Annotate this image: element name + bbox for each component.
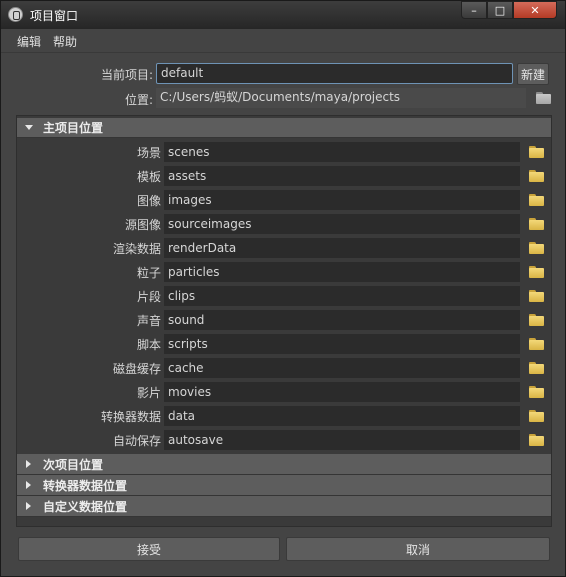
- location-row-label: 自动保存: [112, 434, 161, 448]
- location-row: 片段 clips: [17, 285, 551, 307]
- location-row: 源图像 sourceimages: [17, 213, 551, 235]
- title-bar[interactable]: 项目窗口 – □ ✕: [1, 1, 565, 29]
- menu-edit[interactable]: 编辑: [17, 33, 41, 50]
- folder-icon[interactable]: [529, 170, 544, 182]
- folder-icon[interactable]: [529, 290, 544, 302]
- location-row-input[interactable]: clips: [164, 286, 520, 306]
- maximize-button[interactable]: □: [487, 1, 513, 19]
- location-row: 磁盘缓存 cache: [17, 357, 551, 379]
- folder-icon[interactable]: [529, 194, 544, 206]
- menu-bar: 编辑 帮助: [1, 30, 565, 53]
- maya-app-icon: [8, 7, 23, 22]
- location-row-input[interactable]: scenes: [164, 142, 520, 162]
- location-row: 粒子 particles: [17, 261, 551, 283]
- section-custom-label: 自定义数据位置: [43, 499, 128, 514]
- location-row-label: 脚本: [136, 338, 161, 352]
- location-row-input[interactable]: renderData: [164, 238, 520, 258]
- accept-button[interactable]: 接受: [18, 537, 280, 561]
- location-row-input[interactable]: sourceimages: [164, 214, 520, 234]
- collapse-triangle-icon: [26, 481, 31, 489]
- folder-icon[interactable]: [529, 410, 544, 422]
- location-row-label: 磁盘缓存: [112, 362, 161, 376]
- folder-icon[interactable]: [529, 146, 544, 158]
- folder-icon[interactable]: [529, 338, 544, 350]
- location-row-input[interactable]: images: [164, 190, 520, 210]
- location-row: 自动保存 autosave: [17, 429, 551, 451]
- collapse-triangle-icon: [26, 502, 31, 510]
- location-row: 影片 movies: [17, 381, 551, 403]
- section-custom-locations[interactable]: 自定义数据位置: [17, 496, 551, 517]
- location-row-input[interactable]: particles: [164, 262, 520, 282]
- folder-icon[interactable]: [529, 218, 544, 230]
- folder-icon[interactable]: [529, 386, 544, 398]
- new-project-button[interactable]: 新建: [517, 63, 549, 85]
- location-row: 转换器数据 data: [17, 405, 551, 427]
- location-row: 声音 sound: [17, 309, 551, 331]
- section-secondary-locations[interactable]: 次项目位置: [17, 454, 551, 475]
- project-locations-panel: 主项目位置 场景 scenes 模板 assets 图像 images 源图像 sourcei…: [16, 115, 552, 527]
- location-row-label: 图像: [136, 194, 161, 208]
- location-row: 图像 images: [17, 189, 551, 211]
- folder-icon[interactable]: [529, 242, 544, 254]
- section-primary-locations[interactable]: 主项目位置: [17, 118, 551, 138]
- location-folder-icon[interactable]: [536, 92, 551, 104]
- location-row-input[interactable]: autosave: [164, 430, 520, 450]
- folder-icon[interactable]: [529, 266, 544, 278]
- location-row: 脚本 scripts: [17, 333, 551, 355]
- section-translator-locations[interactable]: 转换器数据位置: [17, 475, 551, 496]
- location-row-label: 影片: [136, 386, 161, 400]
- close-button[interactable]: ✕: [513, 1, 557, 19]
- current-project-input[interactable]: default: [156, 63, 513, 84]
- location-row-label: 渲染数据: [112, 242, 161, 256]
- location-row: 场景 scenes: [17, 141, 551, 163]
- location-row-label: 声音: [136, 314, 161, 328]
- folder-icon[interactable]: [529, 434, 544, 446]
- location-row-input[interactable]: sound: [164, 310, 520, 330]
- location-row-input[interactable]: movies: [164, 382, 520, 402]
- project-window: 项目窗口 – □ ✕ 编辑 帮助 当前项目: default 新建 位置: C:…: [0, 0, 566, 577]
- location-label: 位置:: [124, 93, 153, 107]
- location-row: 模板 assets: [17, 165, 551, 187]
- folder-icon[interactable]: [529, 314, 544, 326]
- expand-triangle-icon: [25, 125, 33, 130]
- location-row-label: 源图像: [124, 218, 161, 232]
- location-row-input[interactable]: scripts: [164, 334, 520, 354]
- cancel-button[interactable]: 取消: [286, 537, 550, 561]
- window-title: 项目窗口: [30, 9, 79, 23]
- window-controls: – □ ✕: [461, 1, 557, 19]
- location-row-input[interactable]: assets: [164, 166, 520, 186]
- location-row-label: 片段: [136, 290, 161, 304]
- collapse-triangle-icon: [26, 460, 31, 468]
- location-row-input[interactable]: cache: [164, 358, 520, 378]
- location-row: 渲染数据 renderData: [17, 237, 551, 259]
- location-row-label: 场景: [136, 146, 161, 160]
- location-row-label: 模板: [136, 170, 161, 184]
- folder-icon[interactable]: [529, 362, 544, 374]
- current-project-label: 当前项目:: [100, 68, 153, 82]
- location-row-input[interactable]: data: [164, 406, 520, 426]
- location-row-label: 粒子: [136, 266, 161, 280]
- section-secondary-label: 次项目位置: [43, 457, 104, 472]
- location-row-label: 转换器数据: [100, 410, 161, 424]
- section-primary-label: 主项目位置: [43, 121, 104, 135]
- menu-help[interactable]: 帮助: [53, 33, 77, 50]
- minimize-button[interactable]: –: [461, 1, 487, 19]
- section-translator-label: 转换器数据位置: [43, 478, 128, 493]
- location-field[interactable]: C:/Users/蚂蚁/Documents/maya/projects: [156, 88, 526, 108]
